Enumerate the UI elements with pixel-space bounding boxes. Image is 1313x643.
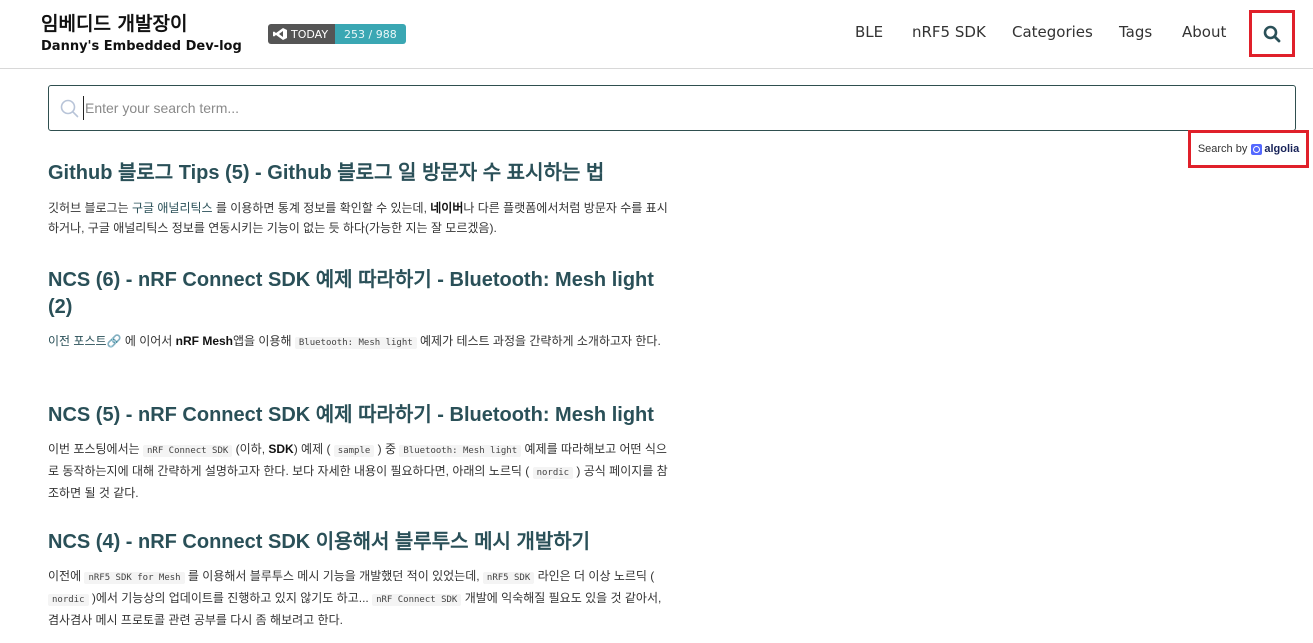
result-excerpt: 이전 포스트🔗 에 이어서 nRF Mesh앱을 이용해 Bluetooth: … — [48, 331, 670, 353]
excerpt-text: ) 중 — [374, 442, 400, 456]
result-excerpt: 깃허브 블로그는 구글 애널리틱스 를 이용하면 통계 정보를 확인할 수 있는… — [48, 198, 670, 238]
excerpt-link[interactable]: 구글 애널리틱스 — [132, 201, 213, 215]
excerpt-bold: SDK — [268, 442, 294, 456]
excerpt-text: 예제가 테스트 과정을 간략하게 소개하고자 한다. — [416, 334, 661, 348]
result-item: NCS (6) - nRF Connect SDK 예제 따라하기 - Blue… — [48, 267, 670, 353]
excerpt-text: )에서 기능상의 업데이트를 진행하고 있지 않기도 하고... — [88, 591, 373, 605]
nav-item-nrf5-sdk[interactable]: nRF5 SDK — [912, 23, 986, 41]
search-icon — [1263, 25, 1281, 42]
algolia-logo: algolia — [1251, 143, 1299, 155]
excerpt-code: Bluetooth: Mesh light — [399, 445, 522, 457]
vscode-icon — [273, 28, 287, 40]
excerpt-text: 이전에 — [48, 569, 85, 583]
result-title[interactable]: NCS (4) - nRF Connect SDK 이용해서 블루투스 메시 개… — [48, 529, 670, 556]
result-excerpt: 이번 포스팅에서는 nRF Connect SDK (이하, SDK) 예제 (… — [48, 439, 670, 503]
excerpt-code: sample — [333, 445, 375, 457]
excerpt-text: 를 이용하면 통계 정보를 확인할 수 있는데, — [212, 201, 431, 215]
result-item: Github 블로그 Tips (5) - Github 블로그 일 방문자 수… — [48, 160, 670, 238]
badge-count: 253 / 988 — [335, 24, 406, 44]
excerpt-text: 라인은 더 이상 노르딕 ( — [534, 569, 655, 583]
search-toggle-button[interactable] — [1249, 10, 1295, 57]
nav-item-categories[interactable]: Categories — [1012, 23, 1093, 41]
result-excerpt: 이전에 nRF5 SDK for Mesh 를 이용해서 블루투스 메시 기능을… — [48, 566, 670, 630]
search-input[interactable] — [83, 96, 1283, 120]
excerpt-text: (이하, — [232, 442, 269, 456]
site-title[interactable]: 임베디드 개발장이 — [41, 9, 187, 36]
result-title[interactable]: NCS (6) - nRF Connect SDK 예제 따라하기 - Blue… — [48, 267, 670, 321]
excerpt-text: 깃허브 블로그는 — [48, 201, 132, 215]
nav-item-ble[interactable]: BLE — [855, 23, 883, 41]
site-header: 임베디드 개발장이 Danny's Embedded Dev-log TODAY… — [0, 0, 1313, 69]
excerpt-code: nRF5 SDK for Mesh — [84, 572, 185, 584]
excerpt-code: Bluetooth: Mesh light — [294, 337, 417, 349]
search-by-label: Search by — [1197, 143, 1248, 155]
result-item: NCS (5) - nRF Connect SDK 예제 따라하기 - Blue… — [48, 402, 670, 503]
excerpt-code: nordic — [48, 594, 89, 606]
excerpt-text: ) 예제 ( — [293, 442, 334, 456]
result-item: NCS (4) - nRF Connect SDK 이용해서 블루투스 메시 개… — [48, 529, 670, 630]
visitor-badge: TODAY 253 / 988 — [268, 24, 406, 44]
excerpt-text: 를 이용해서 블루투스 메시 기능을 개발했던 적이 있었는데, — [184, 569, 483, 583]
algolia-name: algolia — [1264, 143, 1300, 155]
excerpt-text: 앱을 이용해 — [233, 334, 295, 348]
search-field-icon — [60, 99, 79, 118]
excerpt-code: nRF5 SDK — [482, 572, 535, 584]
excerpt-code: nRF Connect SDK — [143, 445, 233, 457]
excerpt-text: 이번 포스팅에서는 — [48, 442, 143, 456]
search-by-algolia[interactable]: Search by algolia — [1188, 130, 1309, 168]
search-box — [48, 85, 1296, 131]
excerpt-code: nRF Connect SDK — [372, 594, 462, 606]
excerpt-text: 에 이어서 — [121, 334, 176, 348]
badge-label-text: TODAY — [291, 27, 329, 41]
result-title[interactable]: Github 블로그 Tips (5) - Github 블로그 일 방문자 수… — [48, 160, 670, 187]
nav-item-about[interactable]: About — [1182, 23, 1226, 41]
algolia-icon — [1251, 143, 1263, 155]
badge-label: TODAY — [268, 24, 336, 44]
excerpt-bold: nRF Mesh — [175, 334, 233, 348]
excerpt-link[interactable]: 이전 포스트🔗 — [48, 334, 121, 348]
result-title[interactable]: NCS (5) - nRF Connect SDK 예제 따라하기 - Blue… — [48, 402, 670, 429]
nav-item-tags[interactable]: Tags — [1119, 23, 1152, 41]
excerpt-code: nordic — [532, 467, 574, 479]
site-subtitle: Danny's Embedded Dev-log — [41, 39, 242, 54]
excerpt-bold: 네이버 — [430, 201, 464, 215]
